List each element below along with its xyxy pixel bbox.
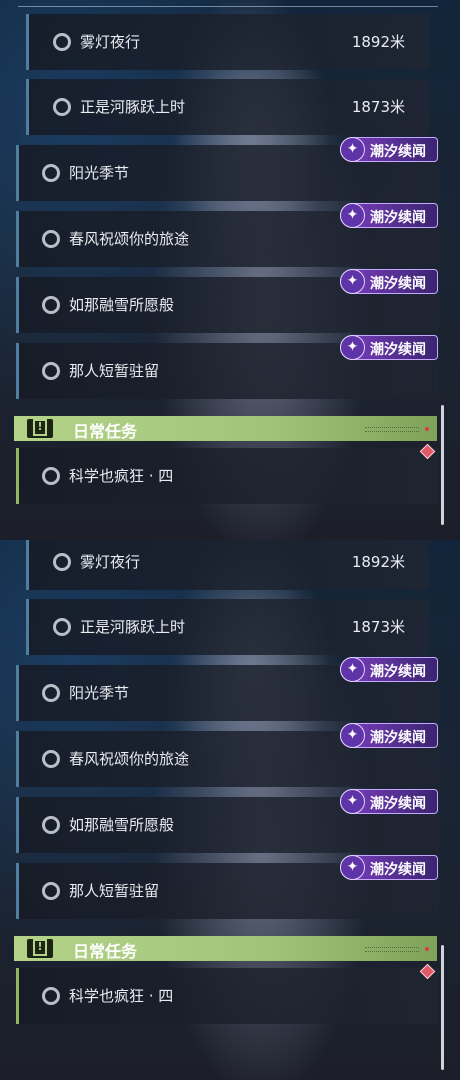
sparkle-icon: ✦ bbox=[340, 335, 365, 360]
circle-icon bbox=[42, 987, 60, 1005]
quest-panel-top: 雾灯夜行 1892米 正是河豚跃上时 1873米 阳光季节 ✦ 潮汐续闻 春风祝… bbox=[0, 0, 460, 540]
sparkle-icon: ✦ bbox=[340, 203, 365, 228]
quest-tag: ✦ 潮汐续闻 bbox=[340, 335, 438, 360]
circle-icon bbox=[42, 230, 60, 248]
quest-tag: ✦ 潮汐续闻 bbox=[340, 789, 438, 814]
quest-title: 雾灯夜行 bbox=[80, 33, 141, 51]
daily-quest-row[interactable]: 科学也疯狂 · 四 bbox=[16, 448, 439, 504]
quest-row-sub[interactable]: 正是河豚跃上时 1873米 bbox=[26, 599, 429, 655]
circle-icon bbox=[53, 553, 71, 571]
tag-label: 潮汐续闻 bbox=[370, 210, 426, 226]
quest-title: 春风祝颂你的旅途 bbox=[69, 230, 190, 248]
sparkle-icon: ✦ bbox=[340, 137, 365, 162]
circle-icon bbox=[42, 467, 60, 485]
sparkle-icon: ✦ bbox=[340, 723, 365, 748]
quest-tag: ✦ 潮汐续闻 bbox=[340, 137, 438, 162]
sparkle-icon: ✦ bbox=[340, 269, 365, 294]
circle-icon bbox=[42, 296, 60, 314]
quest-title: 春风祝颂你的旅途 bbox=[69, 750, 190, 768]
tag-label: 潮汐续闻 bbox=[370, 730, 426, 746]
quest-distance: 1892米 bbox=[351, 33, 405, 51]
scrollbar[interactable] bbox=[441, 945, 444, 1070]
quest-row-sub[interactable]: 雾灯夜行 1892米 bbox=[26, 14, 429, 70]
scrollbar[interactable] bbox=[441, 405, 444, 525]
alert-icon: ! bbox=[27, 939, 53, 958]
quest-title: 如那融雪所愿般 bbox=[69, 296, 175, 314]
quest-title: 科学也疯狂 · 四 bbox=[69, 467, 174, 485]
quest-title: 正是河豚跃上时 bbox=[80, 98, 186, 116]
quest-title: 那人短暂驻留 bbox=[69, 882, 160, 900]
quest-panel-bottom: 雾灯夜行 1892米 正是河豚跃上时 1873米 阳光季节 ✦ 潮汐续闻 春风祝… bbox=[0, 540, 460, 1080]
quest-tag: ✦ 潮汐续闻 bbox=[340, 657, 438, 682]
tag-label: 潮汐续闻 bbox=[370, 276, 426, 292]
circle-icon bbox=[42, 164, 60, 182]
tag-label: 潮汐续闻 bbox=[370, 342, 426, 358]
tag-label: 潮汐续闻 bbox=[370, 862, 426, 878]
circle-icon bbox=[53, 33, 71, 51]
alert-icon: ! bbox=[27, 419, 53, 438]
decor-lines bbox=[365, 427, 419, 432]
sparkle-icon: ✦ bbox=[340, 657, 365, 682]
quest-title: 那人短暂驻留 bbox=[69, 362, 160, 380]
daily-quests-header[interactable]: ! 日常任务 bbox=[14, 936, 437, 961]
quest-distance: 1873米 bbox=[351, 98, 405, 116]
quest-tag: ✦ 潮汐续闻 bbox=[340, 203, 438, 228]
circle-icon bbox=[53, 98, 71, 116]
quest-row-sub[interactable]: 正是河豚跃上时 1873米 bbox=[26, 79, 429, 135]
circle-icon bbox=[42, 750, 60, 768]
decor-dot bbox=[425, 947, 429, 951]
decor-dot bbox=[425, 427, 429, 431]
quest-distance: 1873米 bbox=[351, 618, 405, 636]
quest-title: 科学也疯狂 · 四 bbox=[69, 987, 174, 1005]
circle-icon bbox=[42, 816, 60, 834]
sparkle-icon: ✦ bbox=[340, 789, 365, 814]
daily-quests-header[interactable]: ! 日常任务 bbox=[14, 416, 437, 441]
circle-icon bbox=[42, 362, 60, 380]
tag-label: 潮汐续闻 bbox=[370, 144, 426, 160]
quest-title: 雾灯夜行 bbox=[80, 553, 141, 571]
quest-tag: ✦ 潮汐续闻 bbox=[340, 855, 438, 880]
circle-icon bbox=[42, 684, 60, 702]
daily-quest-row[interactable]: 科学也疯狂 · 四 bbox=[16, 968, 439, 1024]
quest-title: 阳光季节 bbox=[69, 684, 130, 702]
quest-row-sub[interactable]: 雾灯夜行 1892米 bbox=[26, 540, 429, 590]
sparkle-icon: ✦ bbox=[340, 855, 365, 880]
quest-tag: ✦ 潮汐续闻 bbox=[340, 723, 438, 748]
tag-label: 潮汐续闻 bbox=[370, 664, 426, 680]
daily-header-title: 日常任务 bbox=[73, 422, 138, 441]
decor-lines bbox=[365, 947, 419, 952]
divider-line bbox=[18, 6, 438, 7]
daily-header-title: 日常任务 bbox=[73, 942, 138, 961]
quest-title: 正是河豚跃上时 bbox=[80, 618, 186, 636]
tag-label: 潮汐续闻 bbox=[370, 796, 426, 812]
circle-icon bbox=[42, 882, 60, 900]
circle-icon bbox=[53, 618, 71, 636]
quest-title: 阳光季节 bbox=[69, 164, 130, 182]
quest-title: 如那融雪所愿般 bbox=[69, 816, 175, 834]
quest-distance: 1892米 bbox=[351, 553, 405, 571]
quest-tag: ✦ 潮汐续闻 bbox=[340, 269, 438, 294]
